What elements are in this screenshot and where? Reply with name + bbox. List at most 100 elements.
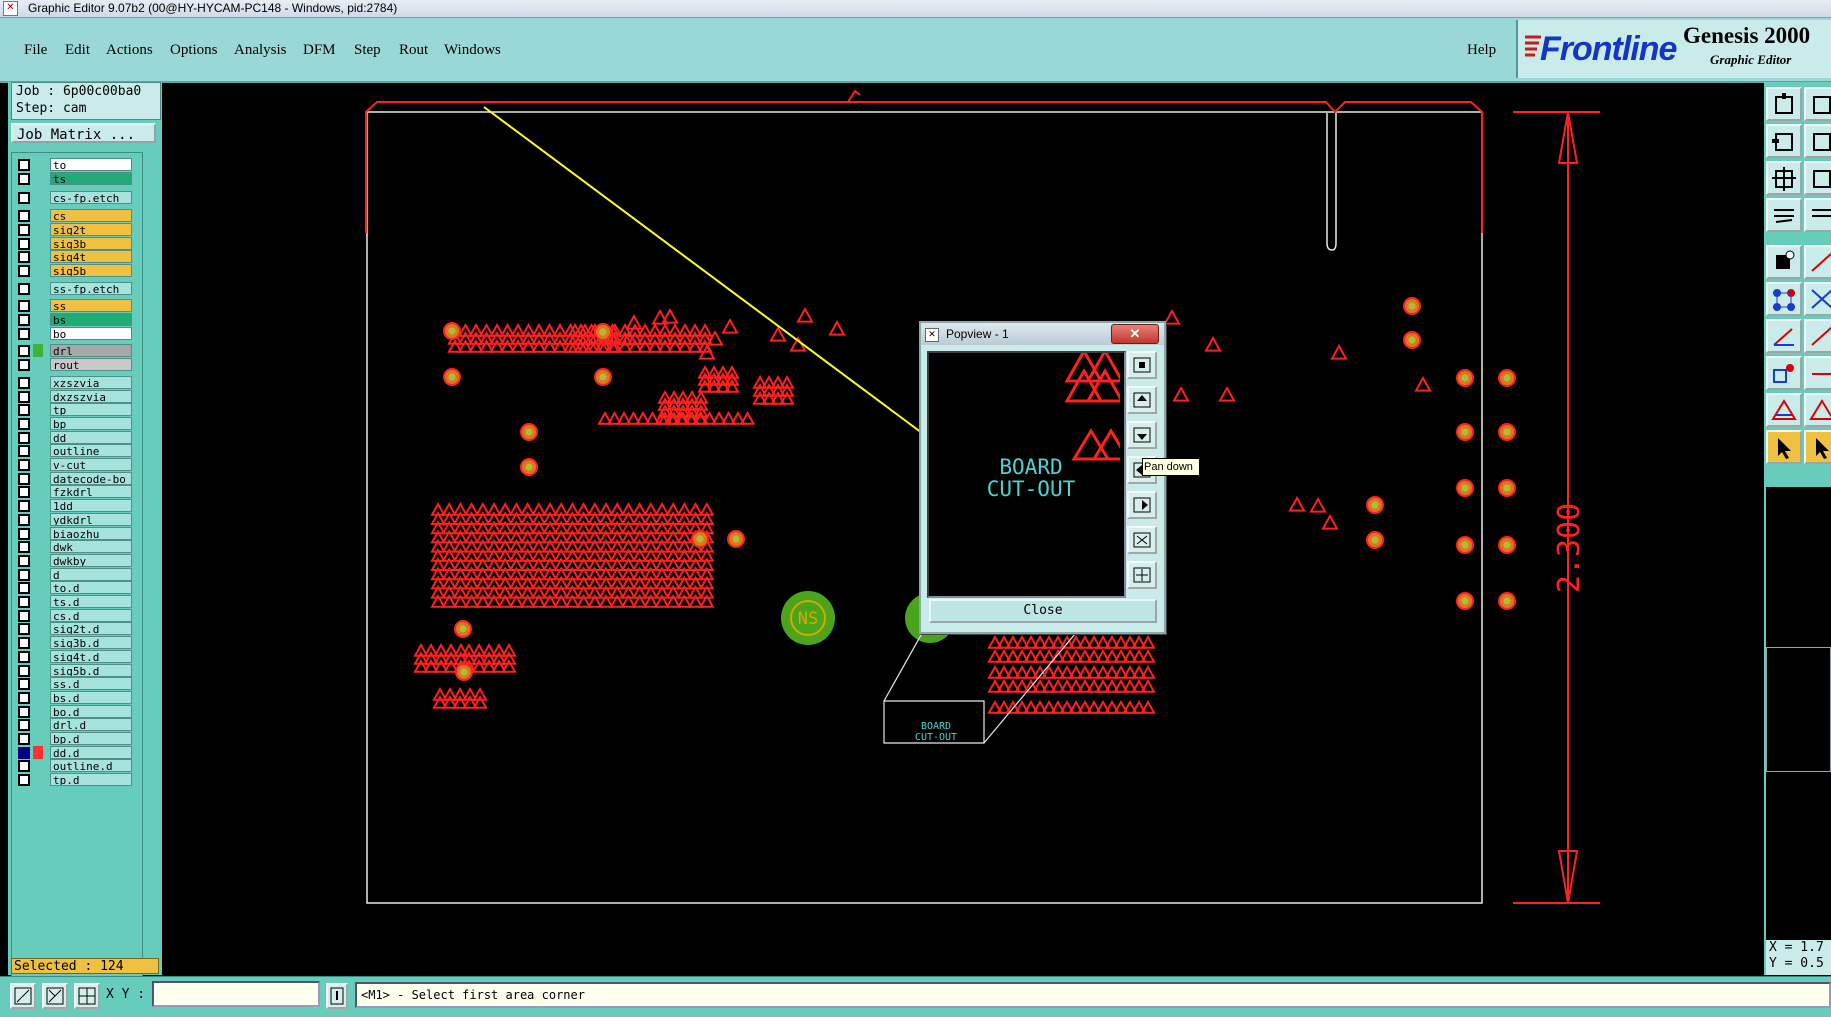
layer-name[interactable]: cs: [50, 209, 132, 223]
tool-fit-button[interactable]: [1766, 87, 1802, 121]
layer-row[interactable]: bo: [16, 326, 138, 341]
layer-row[interactable]: xzszvia: [16, 375, 138, 390]
layer-name[interactable]: outline: [50, 444, 132, 458]
layer-row[interactable]: outline: [16, 444, 138, 458]
menu-analysis[interactable]: Analysis: [234, 42, 287, 59]
layer-name[interactable]: drl.d: [50, 718, 132, 732]
menu-rout[interactable]: Rout: [399, 42, 428, 59]
layer-checkbox[interactable]: [18, 223, 30, 236]
layer-row[interactable]: sig5b.d: [16, 663, 138, 678]
popview-screen[interactable]: BOARD CUT-OUT: [927, 351, 1126, 598]
layer-name[interactable]: bp.d: [50, 732, 132, 745]
layer-row[interactable]: dwk: [16, 540, 138, 554]
menu-options[interactable]: Options: [170, 42, 218, 59]
layer-row[interactable]: ts: [16, 171, 138, 186]
tool-angle-button[interactable]: [1766, 319, 1802, 353]
layer-name[interactable]: sig3b: [50, 236, 132, 250]
layer-name[interactable]: xzszvia: [50, 375, 132, 389]
layer-name[interactable]: sig2t: [50, 222, 132, 236]
pan-right-button[interactable]: [1127, 491, 1157, 519]
layer-name[interactable]: tp.d: [50, 773, 132, 787]
layer-checkbox[interactable]: [18, 650, 30, 663]
layer-name[interactable]: dd: [50, 430, 132, 444]
layer-name[interactable]: sig4t: [50, 250, 132, 264]
layer-checkbox[interactable]: [18, 705, 30, 718]
layer-checkbox[interactable]: [18, 404, 30, 417]
layer-name[interactable]: biaozhu: [50, 526, 132, 540]
layer-row[interactable]: sig5b: [16, 263, 138, 278]
layer-checkbox[interactable]: [18, 300, 30, 313]
layer-row[interactable]: dwkby: [16, 553, 138, 568]
layer-name[interactable]: bo: [50, 326, 132, 340]
tool-snap-button[interactable]: [1766, 245, 1802, 279]
layer-checkbox[interactable]: [18, 609, 30, 622]
layer-checkbox[interactable]: [18, 390, 30, 403]
layer-row[interactable]: dd.d: [16, 745, 138, 760]
tool-line-button[interactable]: [1804, 245, 1831, 279]
popview-window[interactable]: ✕ Popview - 1 ✕ BOARD CUT-OUT Close: [919, 321, 1166, 634]
layer-checkbox[interactable]: [18, 486, 30, 499]
layer-row[interactable]: bs.d: [16, 690, 138, 705]
tool-zoom-button[interactable]: [1766, 161, 1802, 195]
layer-row[interactable]: sig3b: [16, 236, 138, 251]
layer-checkbox[interactable]: [18, 237, 30, 250]
layer-checkbox[interactable]: [18, 345, 30, 358]
layer-name[interactable]: sig4t.d: [50, 649, 132, 663]
menu-windows[interactable]: Windows: [444, 42, 501, 59]
layer-row[interactable]: ss: [16, 299, 138, 313]
layer-row[interactable]: sig2t: [16, 222, 138, 237]
pan-down-button[interactable]: [1127, 421, 1157, 449]
layer-checkbox[interactable]: [18, 691, 30, 704]
layer-name[interactable]: ss: [50, 299, 132, 313]
layer-checkbox[interactable]: [18, 192, 30, 205]
layer-row[interactable]: drl: [16, 344, 138, 358]
layer-row[interactable]: bp.d: [16, 732, 138, 746]
layer-name[interactable]: rout: [50, 358, 132, 372]
layer-row[interactable]: sig4t: [16, 250, 138, 264]
layer-checkbox[interactable]: [18, 264, 30, 277]
zoom-in-button[interactable]: [1127, 526, 1157, 554]
layer-name[interactable]: cs-fp.etch: [50, 191, 132, 205]
menu-edit[interactable]: Edit: [65, 42, 90, 59]
layer-row[interactable]: rout: [16, 358, 138, 372]
tool-measure-2-button[interactable]: [1804, 198, 1831, 232]
popview-title-bar[interactable]: ✕ Popview - 1 ✕: [921, 323, 1164, 345]
layer-row[interactable]: biaozhu: [16, 526, 138, 541]
layer-row[interactable]: fzkdrl: [16, 485, 138, 499]
layer-row[interactable]: v-cut: [16, 458, 138, 472]
tool-triangle-2-button[interactable]: [1804, 393, 1831, 427]
tool-slope-button[interactable]: [1804, 319, 1831, 353]
job-matrix-button[interactable]: Job Matrix ...: [11, 123, 156, 143]
layer-name[interactable]: drl: [50, 344, 132, 358]
layer-row[interactable]: 1dd: [16, 499, 138, 513]
layer-name[interactable]: dwkby: [50, 553, 132, 567]
tool-triangle-button[interactable]: [1766, 393, 1802, 427]
info-button[interactable]: [326, 983, 348, 1009]
layer-name[interactable]: sig3b.d: [50, 636, 132, 650]
layer-row[interactable]: sig3b.d: [16, 636, 138, 650]
layer-name[interactable]: bs.d: [50, 690, 132, 704]
layer-row[interactable]: to: [16, 158, 138, 172]
tool-zoom-2-button[interactable]: [1804, 161, 1831, 195]
layer-checkbox[interactable]: [18, 554, 30, 567]
layer-checkbox[interactable]: [18, 172, 30, 185]
layer-name[interactable]: ss-fp.etch: [50, 281, 132, 295]
layer-name[interactable]: v-cut: [50, 458, 132, 471]
layer-checkbox[interactable]: [18, 431, 30, 444]
layer-row[interactable]: ydkdrl: [16, 512, 138, 527]
layer-row[interactable]: cs: [16, 209, 138, 223]
layer-checkbox[interactable]: [18, 568, 30, 581]
layer-checkbox[interactable]: [18, 445, 30, 458]
layer-row[interactable]: tp.d: [16, 773, 138, 787]
layer-checkbox[interactable]: [18, 513, 30, 526]
layer-name[interactable]: bo.d: [50, 704, 132, 718]
xy-input[interactable]: [152, 981, 320, 1007]
tool-pan-right-button[interactable]: [1804, 124, 1831, 158]
layer-name[interactable]: cs.d: [50, 608, 132, 622]
layer-checkbox[interactable]: [18, 678, 30, 691]
layer-row[interactable]: tp: [16, 403, 138, 417]
layer-checkbox[interactable]: [18, 417, 30, 430]
layer-name[interactable]: sig5b.d: [50, 663, 132, 677]
layer-checkbox[interactable]: [18, 541, 30, 554]
layer-name[interactable]: dxzszvia: [50, 389, 132, 403]
